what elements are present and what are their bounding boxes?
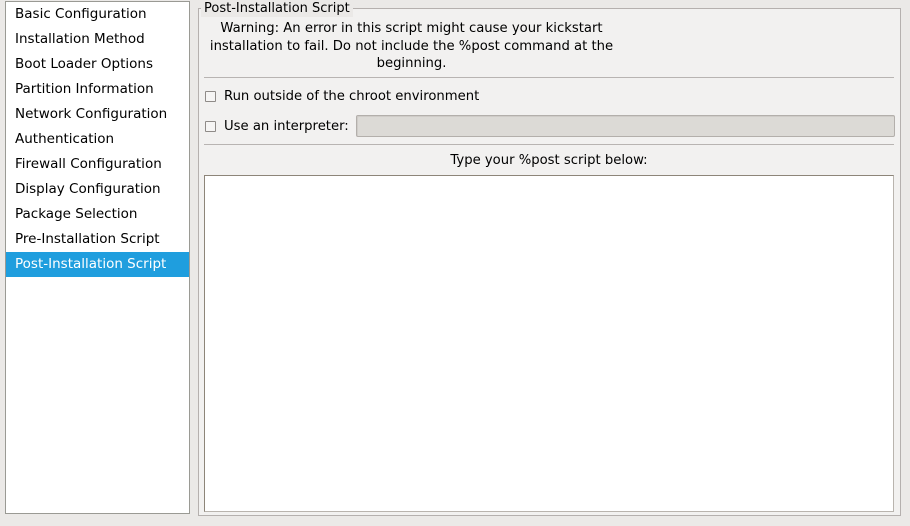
sidebar-item-label: Display Configuration — [15, 181, 161, 197]
sidebar-item-partition-information[interactable]: Partition Information — [6, 77, 189, 102]
sidebar-item-label: Post-Installation Script — [15, 256, 167, 272]
warning-line-3: beginning. — [376, 56, 447, 71]
separator-above-script — [204, 144, 894, 145]
script-textarea-frame[interactable] — [204, 175, 894, 512]
warning-line-1: Warning: An error in this script might c… — [220, 21, 603, 36]
sidebar-item-post-installation-script[interactable]: Post-Installation Script — [6, 252, 189, 277]
sidebar-item-label: Network Configuration — [15, 106, 168, 122]
checkbox-unchecked-icon[interactable] — [205, 120, 216, 132]
warning-text: Warning: An error in this script might c… — [199, 20, 624, 73]
chroot-option-row[interactable]: Run outside of the chroot environment — [205, 87, 479, 105]
sidebar-item-label: Pre-Installation Script — [15, 231, 160, 247]
sidebar-item-authentication[interactable]: Authentication — [6, 127, 189, 152]
kickstart-configurator-window: Basic Configuration Installation Method … — [0, 0, 910, 526]
script-textarea[interactable] — [205, 176, 893, 511]
sidebar-item-label: Boot Loader Options — [15, 56, 153, 72]
sidebar-item-pre-installation-script[interactable]: Pre-Installation Script — [6, 227, 189, 252]
sidebar-item-boot-loader-options[interactable]: Boot Loader Options — [6, 52, 189, 77]
interpreter-checkbox-label: Use an interpreter: — [224, 118, 349, 134]
sidebar-item-label: Installation Method — [15, 31, 145, 47]
sidebar-item-display-configuration[interactable]: Display Configuration — [6, 177, 189, 202]
sidebar-item-basic-configuration[interactable]: Basic Configuration — [6, 2, 189, 27]
checkbox-unchecked-icon[interactable] — [205, 90, 216, 102]
configuration-section-list[interactable]: Basic Configuration Installation Method … — [5, 1, 190, 514]
sidebar-item-label: Authentication — [15, 131, 115, 147]
sidebar-item-label: Package Selection — [15, 206, 138, 222]
separator-above-options — [204, 77, 894, 78]
sidebar-item-installation-method[interactable]: Installation Method — [6, 27, 189, 52]
sidebar-item-firewall-configuration[interactable]: Firewall Configuration — [6, 152, 189, 177]
interpreter-input[interactable] — [355, 115, 895, 137]
script-area-label: Type your %post script below: — [450, 153, 648, 168]
sidebar-item-label: Partition Information — [15, 81, 154, 97]
group-box-title: Post-Installation Script — [201, 0, 353, 17]
sidebar-item-package-selection[interactable]: Package Selection — [6, 202, 189, 227]
warning-line-2: installation to fail. Do not include the… — [209, 38, 614, 54]
chroot-checkbox-label: Run outside of the chroot environment — [224, 88, 480, 104]
interpreter-option-row[interactable]: Use an interpreter: — [205, 115, 895, 137]
sidebar-item-label: Firewall Configuration — [15, 156, 162, 172]
sidebar-item-label: Basic Configuration — [15, 6, 147, 22]
sidebar-item-network-configuration[interactable]: Network Configuration — [6, 102, 189, 127]
